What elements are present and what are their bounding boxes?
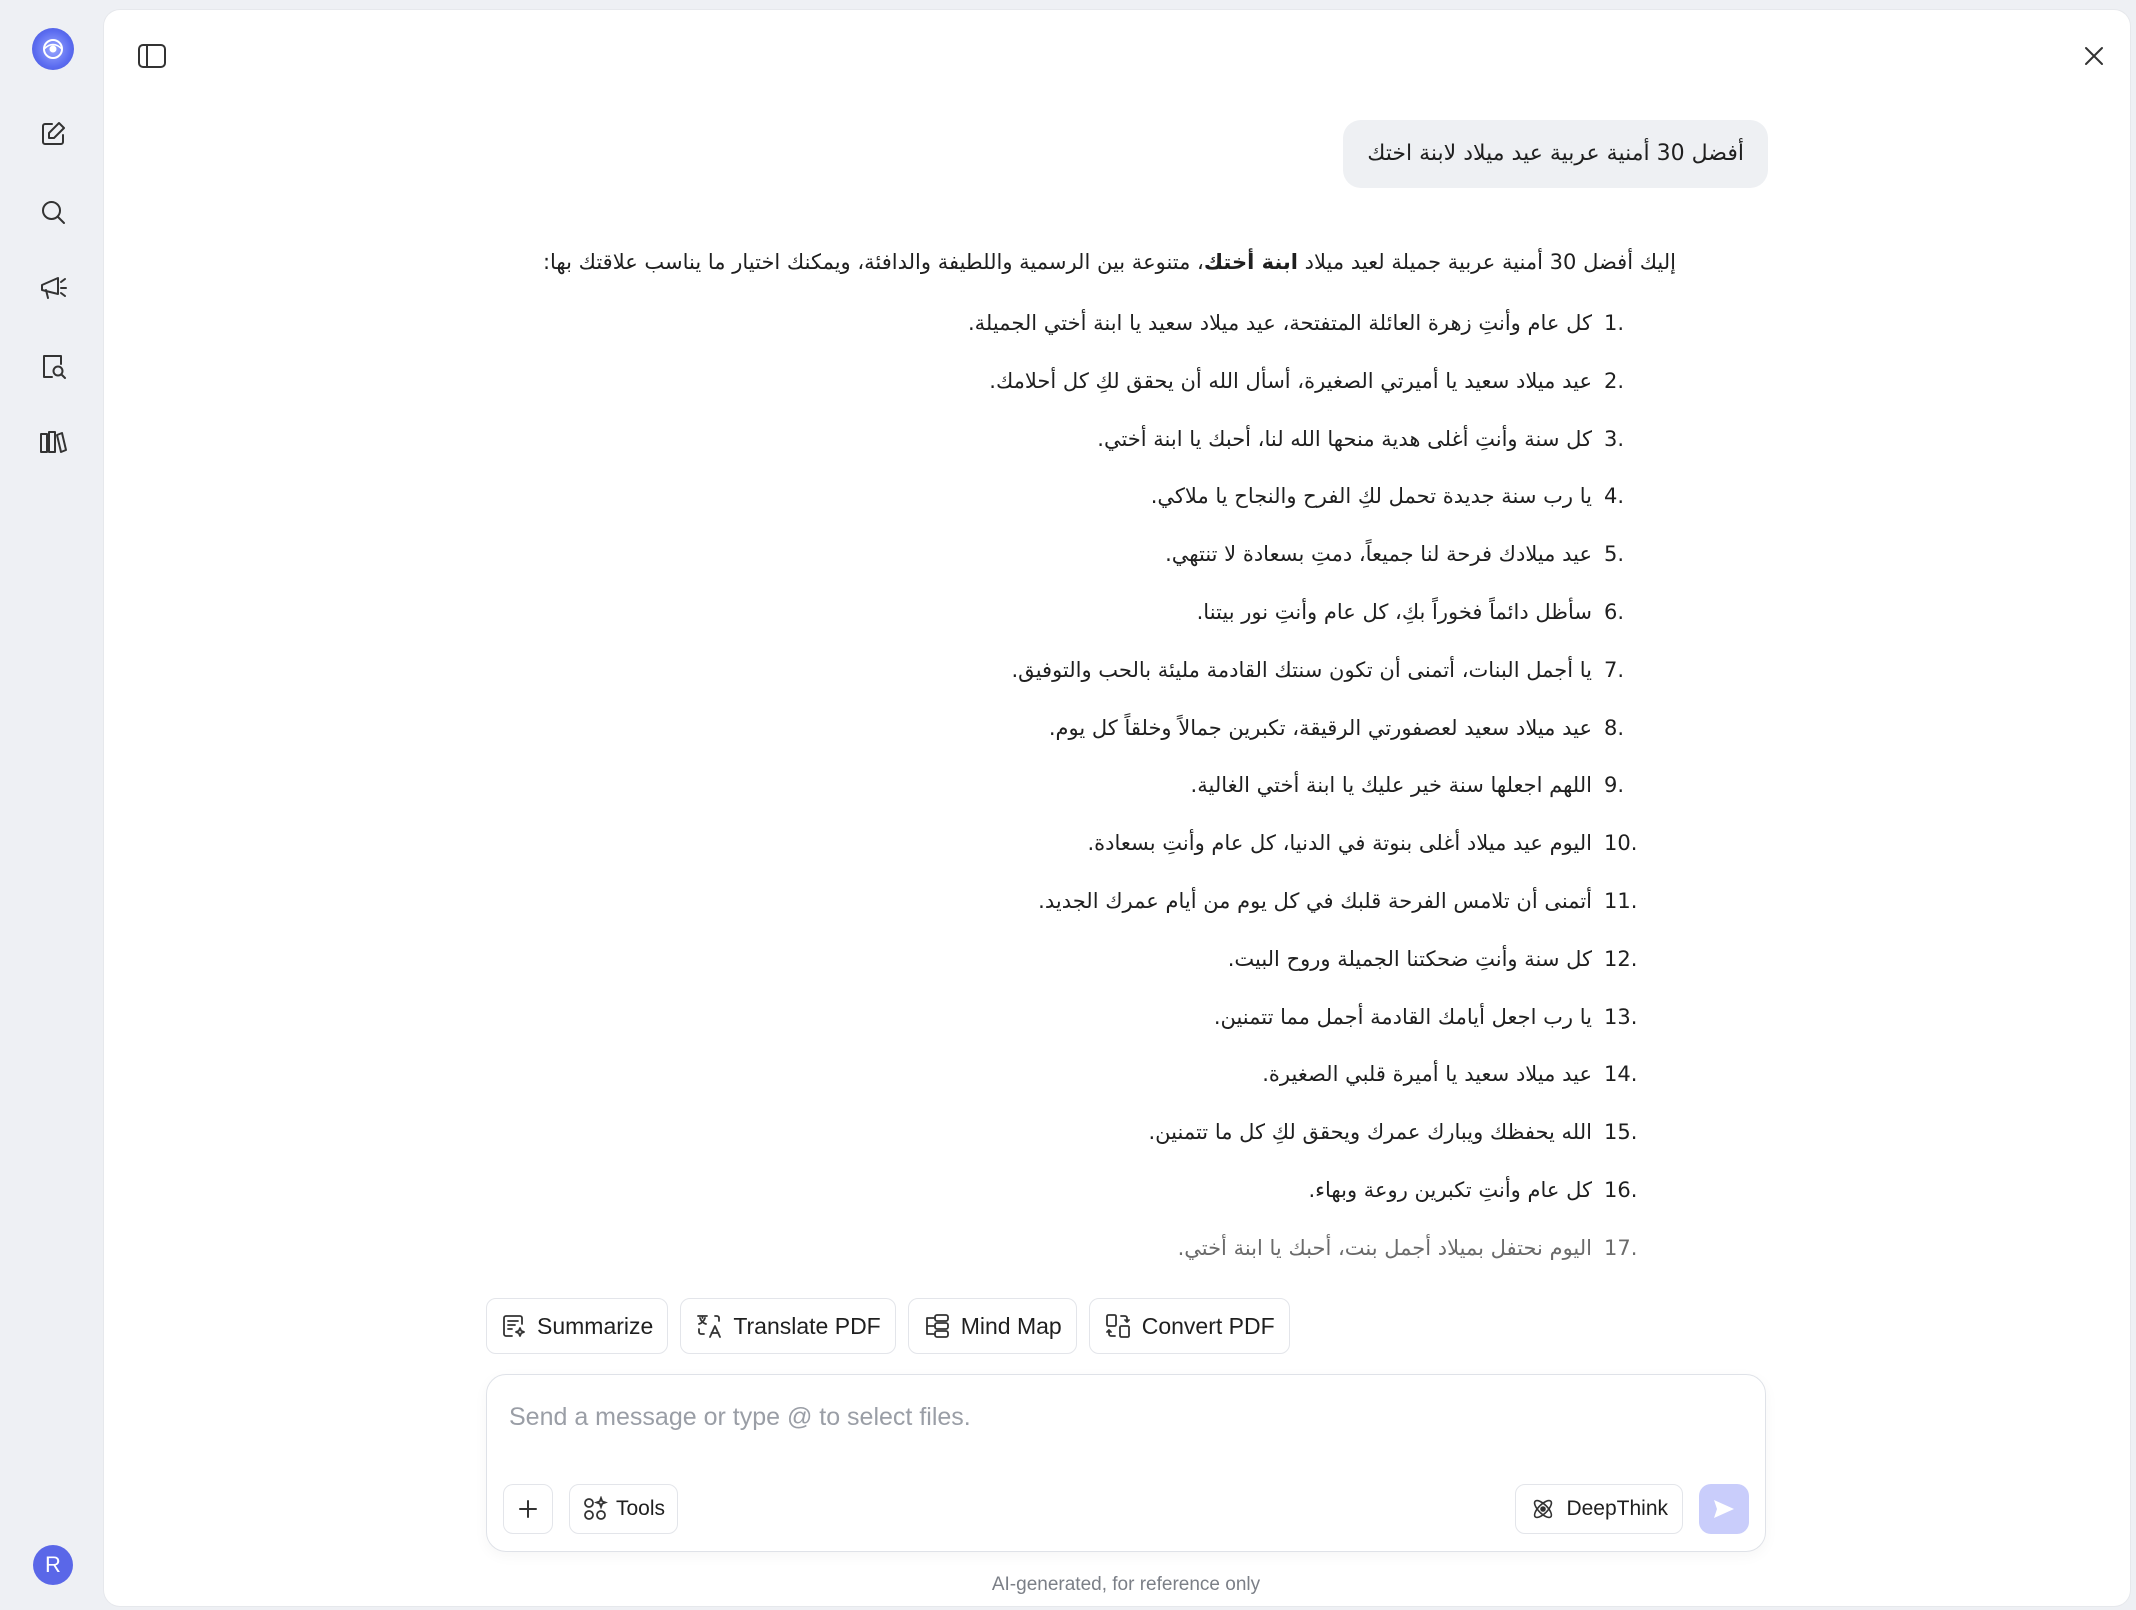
- list-number: 16.: [1604, 1177, 1638, 1202]
- translate-icon: [697, 1315, 722, 1338]
- wishes-list: 1. كل عام وأنتِ زهرة العائلة المتفتحة، عي…: [968, 308, 1640, 1291]
- list-item: 2. عيد ميلاد سعيد يا أميرتي الصغيرة، أسأل…: [968, 366, 1640, 424]
- list-item: 8. عيد ميلاد سعيد لعصفورتي الرقيقة، تكبري…: [968, 713, 1640, 771]
- user-message-bubble: أفضل 30 أمنية عربية عيد ميلاد لابنة اختك: [1343, 120, 1768, 188]
- deepthink-label: DeepThink: [1566, 1497, 1668, 1520]
- list-text: عيد ميلاد سعيد لعصفورتي الرقيقة، تكبرين …: [1048, 715, 1592, 740]
- user-avatar[interactable]: R: [33, 1545, 73, 1585]
- deepthink-button[interactable]: DeepThink: [1515, 1484, 1683, 1534]
- ai-disclaimer: AI-generated, for reference only: [991, 1574, 1261, 1595]
- list-item: 17. اليوم نحتفل بميلاد أجمل بنت، أحبك يا …: [968, 1233, 1640, 1291]
- list-item: 15. الله يحفظك ويبارك عمرك ويحقق لكِ كل م…: [968, 1117, 1640, 1175]
- list-number: 7.: [1604, 657, 1625, 682]
- list-item: 11. أتمنى أن تلامس الفرحة قلبك في كل يوم …: [968, 886, 1640, 944]
- convert-icon: [1105, 1314, 1130, 1338]
- list-item: 4. يا رب سنة جديدة تحمل لكِ الفرح والنجاح…: [968, 481, 1640, 539]
- list-number: 5.: [1604, 542, 1625, 567]
- intro-text: إليك أفضل 30 أمنية عربية جميلة لعيد ميلا…: [1298, 250, 1676, 274]
- app-logo-icon[interactable]: [32, 28, 74, 70]
- list-number: 12.: [1604, 946, 1638, 971]
- summarize-icon: [503, 1315, 525, 1337]
- list-item: 7. يا أجمل البنات، أتمنى أن تكون سنتك الق…: [968, 655, 1640, 713]
- summarize-label: Summarize: [537, 1312, 654, 1339]
- list-item: 12. كل سنة وأنتِ ضحكتنا الجميلة وروح البي…: [968, 944, 1640, 1002]
- translate-pdf-button[interactable]: Translate PDF: [680, 1298, 896, 1354]
- chat-panel: أفضل 30 أمنية عربية عيد ميلاد لابنة اختك…: [104, 10, 2130, 1606]
- list-number: 1.: [1604, 311, 1625, 335]
- close-icon[interactable]: [2072, 34, 2116, 78]
- message-composer: Tools DeepThink: [486, 1374, 1766, 1552]
- send-button[interactable]: [1699, 1484, 1749, 1534]
- list-text: اليوم عيد ميلاد أغلى بنوتة في الدنيا، كل…: [1087, 831, 1592, 856]
- list-number: 2.: [1604, 368, 1625, 393]
- list-text: أتمنى أن تلامس الفرحة قلبك في كل يوم من …: [1038, 888, 1592, 913]
- list-text: اليوم نحتفل بميلاد أجمل بنت، أحبك يا ابن…: [1177, 1235, 1592, 1260]
- send-icon: [1714, 1500, 1734, 1518]
- list-number: 6.: [1604, 599, 1625, 624]
- list-number: 17.: [1604, 1235, 1638, 1260]
- tools-label: Tools: [616, 1497, 666, 1520]
- list-text: يا رب اجعل أيامك القادمة أجمل مما تتمنين…: [1213, 1004, 1592, 1029]
- list-number: 13.: [1604, 1004, 1638, 1029]
- list-number: 3.: [1604, 426, 1625, 451]
- list-text: يا أجمل البنات، أتمنى أن تكون سنتك القاد…: [1011, 657, 1593, 682]
- tools-button[interactable]: Tools: [569, 1484, 679, 1534]
- list-text: الله يحفظك ويبارك عمرك ويحقق لكِ كل ما ت…: [1148, 1120, 1592, 1145]
- list-text: كل عام وأنتِ زهرة العائلة المتفتحة، عيد …: [967, 311, 1592, 335]
- list-item: 16. كل عام وأنتِ تكبرين روعة وبهاء.: [968, 1175, 1640, 1233]
- convert-pdf-button[interactable]: Convert PDF: [1088, 1298, 1290, 1354]
- tools-icon: [584, 1496, 608, 1520]
- add-attachment-button[interactable]: [503, 1484, 553, 1534]
- intro-bold: ابنة أختك: [1203, 250, 1298, 274]
- list-number: 10.: [1604, 831, 1638, 856]
- list-number: 9.: [1604, 773, 1625, 798]
- list-item: 9. اللهم اجعلها سنة خير عليك يا ابنة أختي…: [968, 770, 1640, 828]
- list-number: 8.: [1604, 715, 1625, 740]
- mind-map-icon: [925, 1314, 949, 1338]
- megaphone-icon[interactable]: [31, 266, 75, 310]
- quick-actions: Summarize Translate PDF Mind Map Convert…: [486, 1298, 1290, 1354]
- list-text: عيد ميلادك فرحة لنا جميعاً، دمتِ بسعادة …: [1165, 542, 1592, 567]
- mind-map-button[interactable]: Mind Map: [907, 1298, 1077, 1354]
- list-item: 5. عيد ميلادك فرحة لنا جميعاً، دمتِ بسعاد…: [968, 539, 1640, 597]
- translate-pdf-label: Translate PDF: [733, 1312, 881, 1339]
- atom-icon: [1534, 1499, 1553, 1519]
- list-number: 15.: [1604, 1120, 1638, 1145]
- list-text: عيد ميلاد سعيد يا أميرتي الصغيرة، أسأل ا…: [989, 368, 1592, 393]
- new-chat-icon[interactable]: [31, 112, 75, 156]
- search-icon[interactable]: [31, 190, 75, 234]
- list-number: 4.: [1604, 484, 1625, 509]
- list-item: 3. كل سنة وأنتِ أغلى هدية منحها الله لنا،…: [968, 424, 1640, 482]
- list-item: 10. اليوم عيد ميلاد أغلى بنوتة في الدنيا،…: [968, 828, 1640, 886]
- left-rail: R: [0, 0, 104, 1610]
- list-number: 14.: [1604, 1062, 1638, 1087]
- library-icon[interactable]: [31, 420, 75, 464]
- list-item: 13. يا رب اجعل أيامك القادمة أجمل مما تتم…: [968, 1002, 1640, 1060]
- list-item: 6. سأظل دائماً فخوراً بكِ، كل عام وأنتِ ن…: [968, 597, 1640, 655]
- list-text: كل سنة وأنتِ أغلى هدية منحها الله لنا، أ…: [1097, 426, 1592, 451]
- list-item: 1. كل عام وأنتِ زهرة العائلة المتفتحة، عي…: [968, 308, 1640, 366]
- plus-icon: [519, 1500, 537, 1518]
- list-text: عيد ميلاد سعيد يا أميرة قلبي الصغيرة.: [1262, 1062, 1592, 1087]
- list-text: كل عام وأنتِ تكبرين روعة وبهاء.: [1308, 1177, 1592, 1202]
- answer-intro: إليك أفضل 30 أمنية عربية جميلة لعيد ميلا…: [543, 250, 1676, 274]
- list-text: يا رب سنة جديدة تحمل لكِ الفرح والنجاح ي…: [1150, 484, 1592, 509]
- list-text: سأظل دائماً فخوراً بكِ، كل عام وأنتِ نور…: [1196, 599, 1592, 624]
- list-item: 14. عيد ميلاد سعيد يا أميرة قلبي الصغيرة.: [968, 1059, 1640, 1117]
- convert-pdf-label: Convert PDF: [1141, 1312, 1275, 1339]
- mind-map-label: Mind Map: [960, 1312, 1062, 1339]
- sidebar-toggle-icon[interactable]: [130, 34, 174, 78]
- list-text: اللهم اجعلها سنة خير عليك يا ابنة أختي ا…: [1190, 773, 1592, 798]
- list-number: 11.: [1604, 888, 1638, 913]
- doc-search-icon[interactable]: [31, 344, 75, 388]
- list-text: كل سنة وأنتِ ضحكتنا الجميلة وروح البيت.: [1227, 946, 1592, 971]
- summarize-button[interactable]: Summarize: [486, 1298, 669, 1354]
- message-input[interactable]: [509, 1395, 1729, 1439]
- intro-text-end: ، متنوعة بين الرسمية واللطيفة والدافئة، …: [542, 250, 1204, 274]
